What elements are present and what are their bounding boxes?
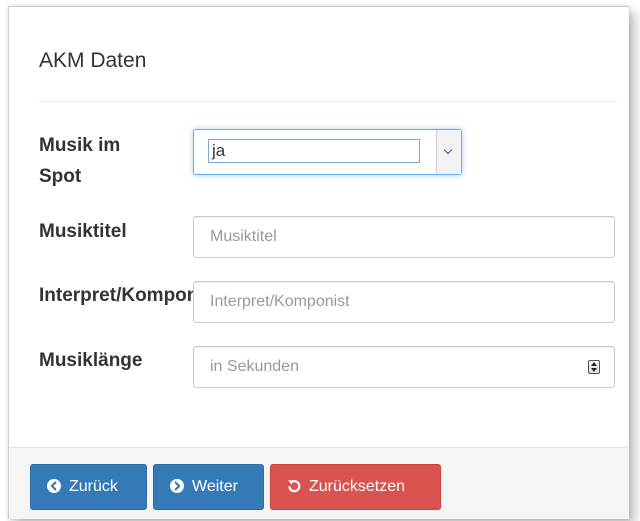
back-button[interactable]: Zurück	[30, 464, 147, 510]
akm-panel: AKM Daten Musik im Spot ja Musiktitel Mu…	[8, 6, 629, 519]
musiklaenge-input[interactable]: in Sekunden	[193, 346, 615, 388]
spinner-down-icon[interactable]	[591, 368, 597, 372]
musiklaenge-label: Musiklänge	[39, 350, 143, 371]
chevron-down-icon	[443, 145, 453, 155]
musik-im-spot-select[interactable]: ja	[193, 129, 462, 175]
musik-im-spot-label: Musik im Spot	[39, 135, 121, 187]
panel-title: AKM Daten	[39, 49, 147, 72]
next-button[interactable]: Weiter	[153, 464, 264, 510]
musiklaenge-placeholder: in Sekunden	[210, 358, 299, 375]
title-divider	[39, 101, 617, 102]
select-dropdown-button[interactable]	[436, 130, 461, 174]
reset-button-label: Zurücksetzen	[309, 478, 406, 495]
interpret-komponist-input[interactable]: Interpret/Komponist	[193, 281, 615, 323]
next-button-label: Weiter	[192, 478, 238, 495]
circle-arrow-left-icon	[47, 479, 61, 493]
reset-button[interactable]: Zurücksetzen	[270, 464, 441, 510]
spinner-up-icon[interactable]	[591, 362, 597, 366]
back-button-label: Zurück	[69, 478, 118, 495]
undo-icon	[288, 480, 301, 493]
number-spinner-icon[interactable]	[588, 360, 600, 374]
interpret-komponist-label: Interpret/Komponist	[39, 285, 195, 306]
musik-im-spot-value[interactable]: ja	[208, 139, 420, 163]
musiktitel-input[interactable]: Musiktitel	[193, 216, 615, 258]
musiktitel-label: Musiktitel	[39, 221, 127, 242]
circle-arrow-right-icon	[170, 479, 184, 493]
musiktitel-placeholder: Musiktitel	[210, 228, 277, 245]
interpret-komponist-placeholder: Interpret/Komponist	[210, 293, 350, 310]
panel-footer: Zurück Weiter Zurücksetzen	[9, 447, 629, 519]
